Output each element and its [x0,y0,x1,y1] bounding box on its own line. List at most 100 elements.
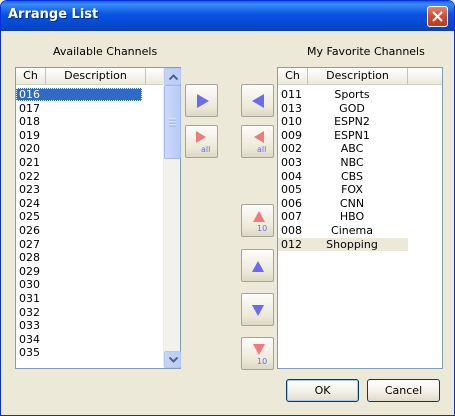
close-button[interactable] [427,6,448,27]
channel-number: 004 [281,169,302,183]
channel-number: 019 [19,128,40,142]
move-up-10-button[interactable]: 10 [241,204,274,237]
list-item[interactable]: 012 Shopping [278,237,408,251]
channel-description: Sports [334,88,370,101]
available-list-header: Ch Description [16,68,163,85]
available-channels-heading: Available Channels [53,45,158,58]
channel-number: 003 [281,156,302,169]
channel-number: 032 [19,305,40,319]
triangle-up-icon [252,261,264,272]
list-item[interactable]: 029 [16,265,163,278]
channel-description [40,142,140,155]
add-channel-button[interactable] [185,84,218,117]
column-header-ch[interactable]: Ch [278,68,308,85]
column-header-description[interactable]: Description [46,68,146,85]
move-down-10-button[interactable]: 10 [241,337,274,370]
list-item[interactable]: 024 [16,197,163,210]
channel-number: 007 [281,210,302,224]
list-item[interactable]: 035 [16,346,163,359]
channel-number: 023 [19,183,40,197]
channel-description: FOX [341,183,363,197]
channel-number: 035 [19,346,40,360]
channel-description [40,102,140,115]
list-item[interactable]: 021 [16,156,163,169]
channel-number: 031 [19,292,40,305]
list-item[interactable]: 017 [16,102,163,115]
list-item[interactable]: 007 HBO [278,210,408,223]
channel-description [40,278,140,291]
favorite-channels-list[interactable]: Ch Description 011 Sports 013 GOD 010 ESPN2 00… [277,67,443,369]
list-item[interactable]: 010 ESPN2 [278,115,408,128]
list-item[interactable]: 011 Sports [278,88,408,101]
ok-button[interactable]: OK [286,379,359,402]
list-item[interactable]: 002 ABC [278,142,408,155]
channel-description [40,210,140,223]
column-header-description[interactable]: Description [308,68,408,85]
channel-description [40,170,140,183]
list-item[interactable]: 020 [16,142,163,155]
chevron-down-icon [169,357,178,363]
move-down-button[interactable] [241,293,274,326]
list-item[interactable]: 023 [16,183,163,196]
channel-number: 009 [281,128,302,142]
list-item[interactable]: 028 [16,251,163,264]
channel-number: 034 [19,332,40,346]
arrange-list-dialog: Arrange List Available Channels My Favor… [0,0,455,416]
remove-all-channels-button[interactable]: all [241,125,274,158]
channel-number: 026 [19,224,40,237]
list-item[interactable]: 005 FOX [278,183,408,196]
available-list-scrollbar[interactable] [163,68,181,368]
channel-number: 024 [19,196,40,210]
move-up-button[interactable] [241,249,274,282]
list-item[interactable]: 008 Cinema [278,224,408,237]
chevron-up-icon [169,74,178,80]
favorite-channels-heading: My Favorite Channels [307,45,425,58]
channel-number: 021 [19,156,40,169]
channel-description: Shopping [326,237,378,251]
remove-channel-button[interactable] [241,84,274,117]
list-item[interactable]: 032 [16,306,163,319]
cancel-button[interactable]: Cancel [367,379,440,402]
list-item[interactable]: 022 [16,170,163,183]
channel-number: 025 [19,210,40,224]
scroll-down-button[interactable] [164,351,181,368]
channel-description: HBO [339,210,365,224]
list-item[interactable]: 004 CBS [278,170,408,183]
list-item[interactable]: 013 GOD [278,102,408,115]
channel-description [40,251,140,264]
list-item[interactable]: 006 CNN [278,197,408,210]
list-item[interactable]: 003 NBC [278,156,408,169]
channel-description [40,333,140,346]
list-item[interactable]: 016 [16,88,163,101]
channel-description [40,265,140,278]
triangle-right-icon [197,94,209,108]
list-item[interactable]: 031 [16,292,163,305]
list-item[interactable]: 026 [16,224,163,237]
list-item[interactable]: 009 ESPN1 [278,129,408,142]
channel-number: 002 [281,142,302,156]
channel-description [40,238,140,251]
channel-description [40,306,140,319]
channel-number: 027 [19,237,40,251]
list-item[interactable]: 033 [16,319,163,332]
channel-description: CNN [339,196,365,210]
list-item[interactable]: 034 [16,333,163,346]
channel-number: 030 [19,278,40,292]
channel-description: NBC [340,156,364,169]
move-down-10-label: 10 [257,357,268,366]
list-item[interactable]: 025 [16,210,163,223]
column-header-ch[interactable]: Ch [16,68,46,85]
list-item[interactable]: 027 [16,238,163,251]
channel-description [40,183,140,196]
list-item[interactable]: 030 [16,278,163,291]
scroll-up-button[interactable] [164,68,181,85]
channel-description: ABC [340,142,364,156]
list-item[interactable]: 019 [16,129,163,142]
add-all-channels-button[interactable]: all [185,125,218,158]
scroll-thumb[interactable] [164,85,181,159]
list-item[interactable]: 018 [16,115,163,128]
grip-icon [169,118,176,127]
available-channels-list[interactable]: Ch Description 016 017 018 019 020 021 022 023 0… [15,67,181,369]
title-bar[interactable]: Arrange List [1,1,454,31]
channel-number: 028 [19,251,40,265]
